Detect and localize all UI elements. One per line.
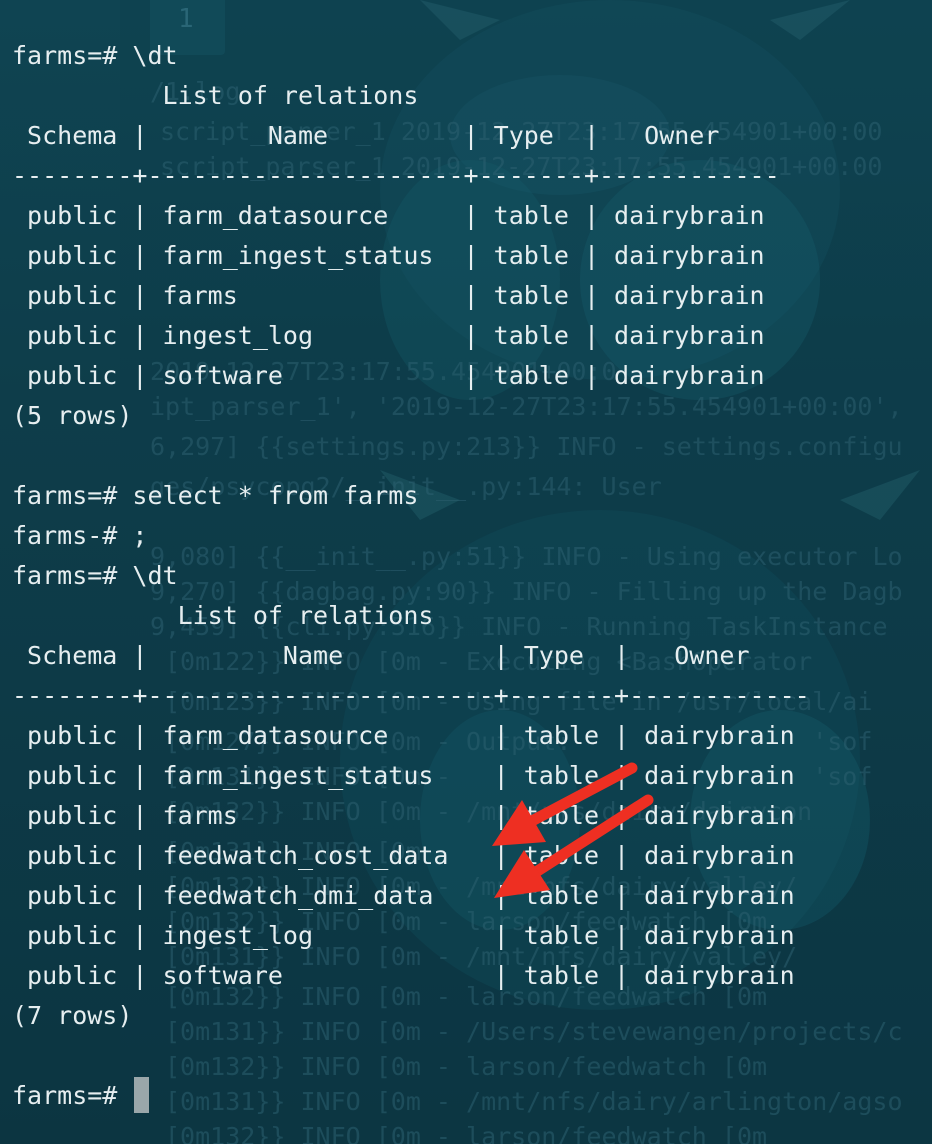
terminal-line: public | farms | table | dairybrain bbox=[12, 281, 765, 310]
terminal-line: farms=# select * from farms bbox=[12, 481, 419, 510]
terminal-line: List of relations bbox=[12, 81, 419, 110]
terminal-line: --------+-----------------------+-------… bbox=[12, 681, 810, 710]
terminal-line: public | ingest_log | table | dairybrain bbox=[12, 321, 765, 350]
terminal-window[interactable]: 1 /1.log script_parser_1 2019-12-27T23:17… bbox=[0, 0, 932, 1144]
prompt-line[interactable]: farms=# bbox=[12, 1076, 810, 1116]
terminal-line: farms=# \dt bbox=[12, 561, 178, 590]
terminal-output[interactable]: farms=# \dt List of relations Schema | N… bbox=[12, 36, 810, 1116]
terminal-line: public | farms | table | dairybrain bbox=[12, 801, 795, 830]
terminal-line: --------+---------------------+-------+-… bbox=[12, 161, 780, 190]
terminal-line: public | software | table | dairybrain bbox=[12, 361, 765, 390]
terminal-line: public | software | table | dairybrain bbox=[12, 961, 795, 990]
terminal-line: Schema | Name | Type | Owner bbox=[12, 641, 750, 670]
terminal-line: public | farm_ingest_status | table | da… bbox=[12, 241, 765, 270]
terminal-line: List of relations bbox=[12, 601, 434, 630]
text-cursor[interactable] bbox=[134, 1077, 150, 1113]
background-log-line: [0m132}} INFO [0m - larson/feedwatch [0m bbox=[165, 1122, 768, 1144]
terminal-line: (5 rows) bbox=[12, 401, 133, 430]
terminal-line: public | farm_datasource | table | dairy… bbox=[12, 201, 765, 230]
terminal-line: public | farm_ingest_status | table | da… bbox=[12, 761, 795, 790]
terminal-line: public | farm_datasource | table | dairy… bbox=[12, 721, 795, 750]
background-tab-label: 1 bbox=[178, 4, 194, 34]
terminal-line: farms=# \dt bbox=[12, 41, 178, 70]
prompt-text: farms=# bbox=[12, 1081, 133, 1110]
terminal-line: (7 rows) bbox=[12, 1001, 133, 1030]
terminal-line: farms-# ; bbox=[12, 521, 148, 550]
terminal-line: public | feedwatch_cost_data | table | d… bbox=[12, 841, 795, 870]
terminal-line: public | ingest_log | table | dairybrain bbox=[12, 921, 795, 950]
terminal-line: public | feedwatch_dmi_data | table | da… bbox=[12, 881, 795, 910]
terminal-line: Schema | Name | Type | Owner bbox=[12, 121, 720, 150]
